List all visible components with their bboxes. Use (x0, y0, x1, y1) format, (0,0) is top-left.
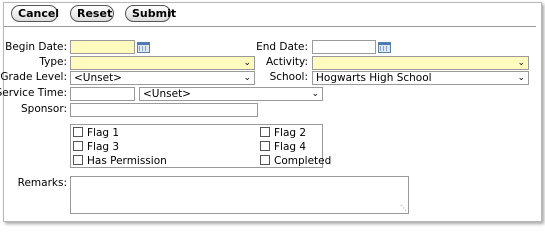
service-time-field[interactable] (70, 87, 135, 101)
begin-date-field[interactable] (70, 40, 135, 54)
end-date-field[interactable] (312, 40, 376, 54)
school-label: School: (269, 71, 308, 83)
checkbox-icon[interactable] (73, 127, 83, 137)
flag-1-checkbox[interactable]: Flag 1 (73, 127, 119, 139)
type-label: Type: (39, 56, 67, 68)
remarks-textarea[interactable]: ⋱ (70, 176, 409, 214)
service-time-label: Service Time: (0, 87, 67, 99)
service-time-unit-select[interactable]: <Unset> ⌄ (139, 87, 323, 101)
cancel-button[interactable]: Cancel (11, 5, 59, 22)
chevron-down-icon: ⌄ (243, 73, 251, 83)
type-select[interactable]: ⌄ (70, 56, 255, 70)
remarks-label: Remarks: (17, 177, 67, 189)
calendar-icon[interactable] (378, 42, 391, 53)
chevron-down-icon: ⌄ (311, 89, 319, 99)
sponsor-field[interactable] (70, 103, 258, 117)
activity-select[interactable]: ⌄ (312, 56, 529, 70)
checkbox-icon[interactable] (260, 155, 270, 165)
completed-checkbox[interactable]: Completed (260, 155, 331, 167)
checkbox-icon[interactable] (73, 141, 83, 151)
has-permission-checkbox[interactable]: Has Permission (73, 155, 167, 167)
school-select[interactable]: Hogwarts High School ⌄ (312, 71, 529, 85)
flag-2-checkbox[interactable]: Flag 2 (260, 127, 306, 139)
checkbox-icon[interactable] (260, 141, 270, 151)
grade-level-label: Grade Level: (0, 71, 67, 83)
flag-4-checkbox[interactable]: Flag 4 (260, 141, 306, 153)
chevron-down-icon: ⌄ (517, 73, 525, 83)
toolbar-divider (4, 26, 536, 28)
begin-date-label: Begin Date: (5, 41, 67, 53)
chevron-down-icon: ⌄ (517, 58, 525, 68)
reset-button[interactable]: Reset (70, 5, 114, 22)
sponsor-label: Sponsor: (21, 103, 67, 115)
checkbox-icon[interactable] (260, 127, 270, 137)
end-date-label: End Date: (256, 41, 308, 53)
activity-label: Activity: (265, 56, 308, 68)
chevron-down-icon: ⌄ (243, 58, 251, 68)
grade-level-select[interactable]: <Unset> ⌄ (70, 71, 255, 85)
resize-grip-icon[interactable]: ⋱ (400, 205, 407, 212)
flag-3-checkbox[interactable]: Flag 3 (73, 141, 119, 153)
calendar-icon[interactable] (137, 42, 150, 53)
checkbox-icon[interactable] (73, 155, 83, 165)
submit-button[interactable]: Submit (125, 5, 176, 22)
